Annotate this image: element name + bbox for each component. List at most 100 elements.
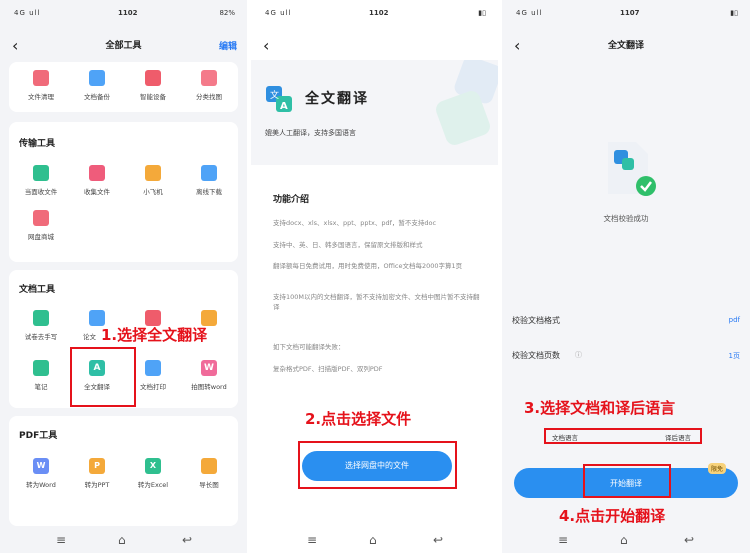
nav-bar: ‹ 全部工具 编辑: [0, 30, 247, 60]
home-icon[interactable]: ⌂: [118, 533, 126, 547]
home-icon[interactable]: ⌂: [620, 533, 628, 547]
tool-long-image[interactable]: 导长图: [181, 458, 237, 489]
tool-label: 试卷去手写: [24, 333, 58, 341]
free-badge: 限免: [708, 463, 727, 474]
check-info: 校验文档格式 pdf 校验文档页数 ⓘ 1页: [502, 300, 750, 372]
menu-icon[interactable]: ≡: [558, 533, 568, 547]
tool-notes[interactable]: 笔记: [13, 360, 69, 391]
hero-title: 全文翻译: [305, 91, 369, 107]
battery-icon: 82%: [219, 9, 235, 17]
section-title: PDF工具: [19, 431, 58, 441]
page-title: 全部工具: [105, 41, 142, 51]
translate-intro-panel: 4G ull 1102 ▮▯ ‹ 文 A 全文翻译 媲美人工翻译，支持多国语言 …: [251, 0, 498, 553]
ppt-icon: P: [89, 458, 105, 474]
tool-smart-device[interactable]: 智能设备: [125, 70, 181, 101]
tool-collect-file[interactable]: 收集文件: [69, 165, 125, 196]
edit-button[interactable]: 编辑: [219, 39, 237, 52]
feature-line: 翻译额每日免费试用，用时免费使用，Office文档每2000字算1页: [273, 262, 463, 270]
tool-label: 转为Word: [26, 481, 56, 489]
tool-receive-file[interactable]: 当面收文件: [13, 165, 69, 196]
step-3-annotation: 3.选择文档和译后语言: [524, 399, 676, 417]
tool-label: 笔记: [34, 383, 48, 391]
feature-line: 复杂格式PDF、扫描版PDF、双列PDF: [273, 365, 383, 373]
tool-pdf-to-word[interactable]: W 转为Word: [13, 458, 69, 489]
translate-confirm-panel: 4G ull 1107 ▮▯ ‹ 全文翻译 文档校验成功 校验文档格式 pdf …: [502, 0, 750, 553]
system-nav-bar: ≡ ⌂ ↩: [0, 525, 247, 553]
menu-icon[interactable]: ≡: [307, 533, 317, 547]
mountain-image-icon: [201, 70, 217, 86]
tool-pdf-to-ppt[interactable]: P 转为PPT: [69, 458, 125, 489]
tool-pdf-to-excel[interactable]: X 转为Excel: [125, 458, 181, 489]
tool-photo-to-word[interactable]: W 拍图转word: [181, 360, 237, 391]
row-label: 校验文档格式: [512, 316, 560, 325]
transfer-tools-card: 传输工具 当面收文件 收集文件 小飞机 离线下载 网盘商城: [9, 122, 238, 262]
pen-icon: [33, 360, 49, 376]
battery-icon: ▮▯: [730, 9, 738, 17]
tool-remove-handwriting[interactable]: 试卷去手写: [13, 310, 69, 341]
success-text: 文档校验成功: [603, 214, 649, 223]
status-time: 1107: [620, 9, 640, 17]
return-icon[interactable]: ↩: [684, 533, 694, 547]
return-icon[interactable]: ↩: [182, 533, 192, 547]
menu-icon[interactable]: ≡: [56, 533, 66, 547]
feature-line: 如下文档可能翻译失败：: [273, 343, 345, 351]
pdf-tools-card: PDF工具 W 转为Word P 转为PPT X 转为Excel 导长图: [9, 416, 238, 526]
home-icon[interactable]: ⌂: [369, 533, 377, 547]
page-title: 全文翻译: [607, 41, 644, 51]
translate-logo-icon: 文 A: [266, 86, 292, 112]
features-title: 功能介绍: [273, 195, 310, 205]
document-success-icon: [608, 142, 656, 196]
tool-label: 拍图转word: [191, 383, 227, 391]
download-icon: [201, 165, 217, 181]
tool-label: 离线下载: [196, 188, 222, 196]
hero-subtitle: 媲美人工翻译，支持多国语言: [265, 129, 356, 137]
status-bar: 4G ull 1107 ▮▯: [502, 6, 750, 20]
nav-bar: ‹ 全文翻译: [502, 30, 750, 60]
tool-label: 小飞机: [143, 188, 163, 196]
decorative-translate-icon: [436, 60, 498, 145]
image-icon: [201, 458, 217, 474]
select-file-button[interactable]: 选择网盘中的文件: [302, 451, 452, 481]
signal-icon: 4G ull: [265, 9, 292, 17]
tool-label: 文档备份: [84, 93, 110, 101]
top-tools-card: 文件清理 文档备份 智能设备 分类找图: [9, 62, 238, 112]
tool-offline-download[interactable]: 离线下载: [181, 165, 237, 196]
doc-backup-icon: [89, 70, 105, 86]
back-icon[interactable]: ‹: [263, 36, 269, 55]
tools-panel: 4G ull 1102 82% ‹ 全部工具 编辑 文件清理 文档备份 智能设备…: [0, 0, 247, 553]
tool-file-clean[interactable]: 文件清理: [13, 70, 69, 101]
return-icon[interactable]: ↩: [433, 533, 443, 547]
smart-device-icon: [145, 70, 161, 86]
tool-paper-plane[interactable]: 小飞机: [125, 165, 181, 196]
tool-label: 分类找图: [196, 93, 222, 101]
file-clean-icon: [33, 70, 49, 86]
status-time: 1102: [118, 9, 138, 17]
receive-icon: [33, 165, 49, 181]
row-value: 1页: [728, 352, 740, 360]
step-2-annotation: 2.点击选择文件: [305, 410, 412, 428]
tool-doc-backup[interactable]: 文档备份: [69, 70, 125, 101]
feature-line: 支持中、英、日、韩多国语言，保留原文排版和样式: [273, 241, 423, 249]
eraser-icon: [33, 310, 49, 326]
tool-label: 智能设备: [140, 93, 166, 101]
shop-icon: [33, 210, 49, 226]
tool-label: 网盘商城: [28, 233, 54, 241]
word-icon: W: [33, 458, 49, 474]
section-title: 文档工具: [19, 285, 56, 295]
excel-icon: X: [145, 458, 161, 474]
tool-label: 转为PPT: [84, 481, 110, 489]
svg-text:文: 文: [270, 89, 279, 101]
hero-banner: 文 A 全文翻译 媲美人工翻译，支持多国语言: [251, 60, 498, 165]
source-language-select[interactable]: 文档语言: [552, 432, 578, 442]
signal-icon: 4G ull: [14, 9, 41, 17]
tool-netdisk-mall[interactable]: 网盘商城: [13, 210, 69, 241]
printer-icon: [145, 360, 161, 376]
step-4-annotation: 4.点击开始翻译: [559, 507, 666, 525]
target-language-select[interactable]: 译后语言: [665, 432, 691, 442]
section-title: 传输工具: [19, 139, 56, 149]
info-icon[interactable]: ⓘ: [575, 350, 582, 360]
status-bar: 4G ull 1102 82%: [0, 6, 247, 20]
nav-bar: ‹: [251, 30, 498, 60]
step-1-annotation: 1.选择全文翻译: [101, 326, 208, 344]
tool-find-image[interactable]: 分类找图: [181, 70, 237, 101]
